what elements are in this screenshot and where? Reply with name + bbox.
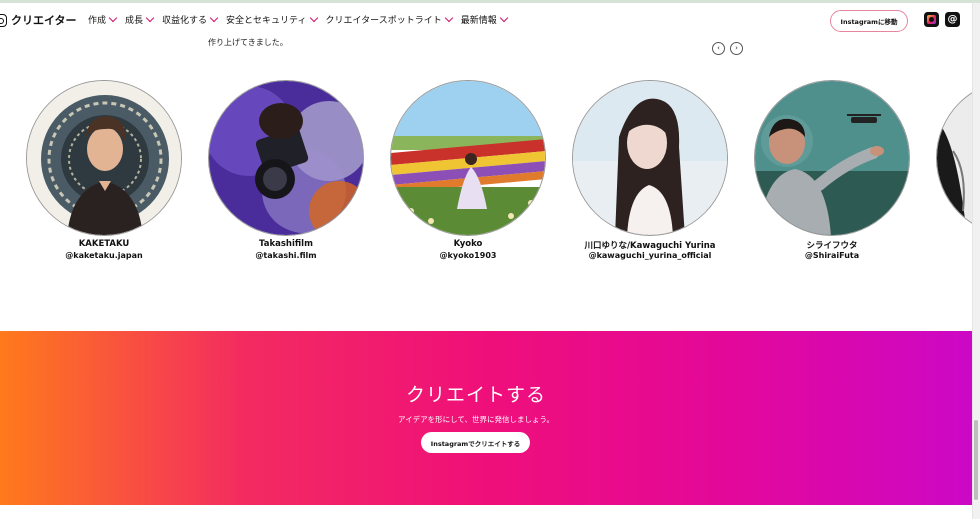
nav-item-label: 安全とセキュリティ <box>226 16 307 26</box>
creator-handle[interactable]: @kawaguchi_yurina_official <box>570 251 730 260</box>
threads-app-icon[interactable]: @ <box>945 12 960 27</box>
chevron-down-icon <box>309 13 318 22</box>
create-cta-section: クリエイトする アイデアを形にして、世界に発信しましょう。 Instagramで… <box>0 331 972 505</box>
creator-card[interactable]: Kyoko @kyoko1903 <box>388 80 548 270</box>
chevron-down-icon <box>499 13 508 22</box>
creator-card[interactable]: 川口ゆりな/Kawaguchi Yurina @kawaguchi_yurina… <box>570 80 730 270</box>
creator-name: Takashifilm <box>259 239 313 249</box>
creator-card[interactable]: シライフウタ @ShiraiFuta <box>752 80 912 270</box>
chevron-down-icon <box>145 13 155 22</box>
chevron-down-icon <box>209 13 219 22</box>
nav-item-grow[interactable]: 成長 <box>125 13 155 26</box>
creator-handle[interactable]: @kyoko1903 <box>388 251 548 260</box>
main-nav: 作成 成長 収益化する 安全とセキュリティ クリエイタースポットライト 最新情報 <box>88 13 516 26</box>
creator-card[interactable] <box>934 80 972 270</box>
creator-name: 川口ゆりな/Kawaguchi Yurina <box>584 241 716 251</box>
cta-title: クリエイトする <box>405 384 546 406</box>
creator-avatar[interactable] <box>390 80 546 236</box>
creator-card[interactable]: KAKETAKU @kaketaku.japan <box>24 80 184 270</box>
nav-item-label: 成長 <box>125 16 144 26</box>
chevron-down-icon <box>444 13 453 22</box>
brand-name: クリエイター <box>11 14 77 27</box>
carousel-prev-button[interactable]: ‹ <box>712 42 725 55</box>
site-header: クリエイター 作成 成長 収益化する 安全とセキュリティ クリエイタースポットラ… <box>0 3 972 37</box>
nav-item-safety[interactable]: 安全とセキュリティ <box>226 13 318 26</box>
brand[interactable]: クリエイター <box>0 12 77 28</box>
creator-avatar[interactable] <box>572 80 728 236</box>
scrollbar-thumb[interactable] <box>974 420 978 500</box>
creator-name: シライフウタ <box>806 241 858 251</box>
nav-item-label: 最新情報 <box>460 16 497 26</box>
nav-item-label: 作成 <box>88 16 107 26</box>
nav-item-label: 収益化する <box>162 16 208 26</box>
instagram-app-icon[interactable] <box>924 12 939 27</box>
chevron-left-icon: ‹ <box>717 44 720 52</box>
creator-avatar[interactable] <box>754 80 910 236</box>
nav-item-create[interactable]: 作成 <box>88 13 118 26</box>
cta-subtitle: アイデアを形にして、世界に発信しましょう。 <box>397 415 555 424</box>
page-footer-strip <box>0 505 972 519</box>
nav-item-news[interactable]: 最新情報 <box>460 13 508 26</box>
carousel-next-button[interactable]: › <box>730 42 743 55</box>
creator-avatar[interactable] <box>208 80 364 236</box>
creator-avatar[interactable] <box>26 80 182 236</box>
creator-handle[interactable]: @takashi.film <box>206 251 366 260</box>
nav-item-label: クリエイタースポットライト <box>325 16 442 26</box>
nav-item-monetize[interactable]: 収益化する <box>162 13 219 26</box>
go-to-instagram-button[interactable]: Instagramに移動 <box>830 10 908 32</box>
creator-name: Kyoko <box>453 239 483 249</box>
create-on-instagram-button[interactable]: Instagramでクリエイトする <box>421 432 530 453</box>
intro-text: 作り上げてきました。 <box>208 38 288 47</box>
nav-item-spotlight[interactable]: クリエイタースポットライト <box>325 13 453 26</box>
chevron-down-icon <box>108 13 118 22</box>
creator-avatar[interactable] <box>936 80 972 236</box>
creator-name: KAKETAKU <box>78 239 130 249</box>
creator-handle[interactable]: @ShiraiFuta <box>752 251 912 260</box>
meta-logo-icon <box>0 13 7 27</box>
chevron-right-icon: › <box>735 44 738 52</box>
creator-handle[interactable]: @kaketaku.japan <box>24 251 184 260</box>
creator-card[interactable]: Takashifilm @takashi.film <box>206 80 366 270</box>
